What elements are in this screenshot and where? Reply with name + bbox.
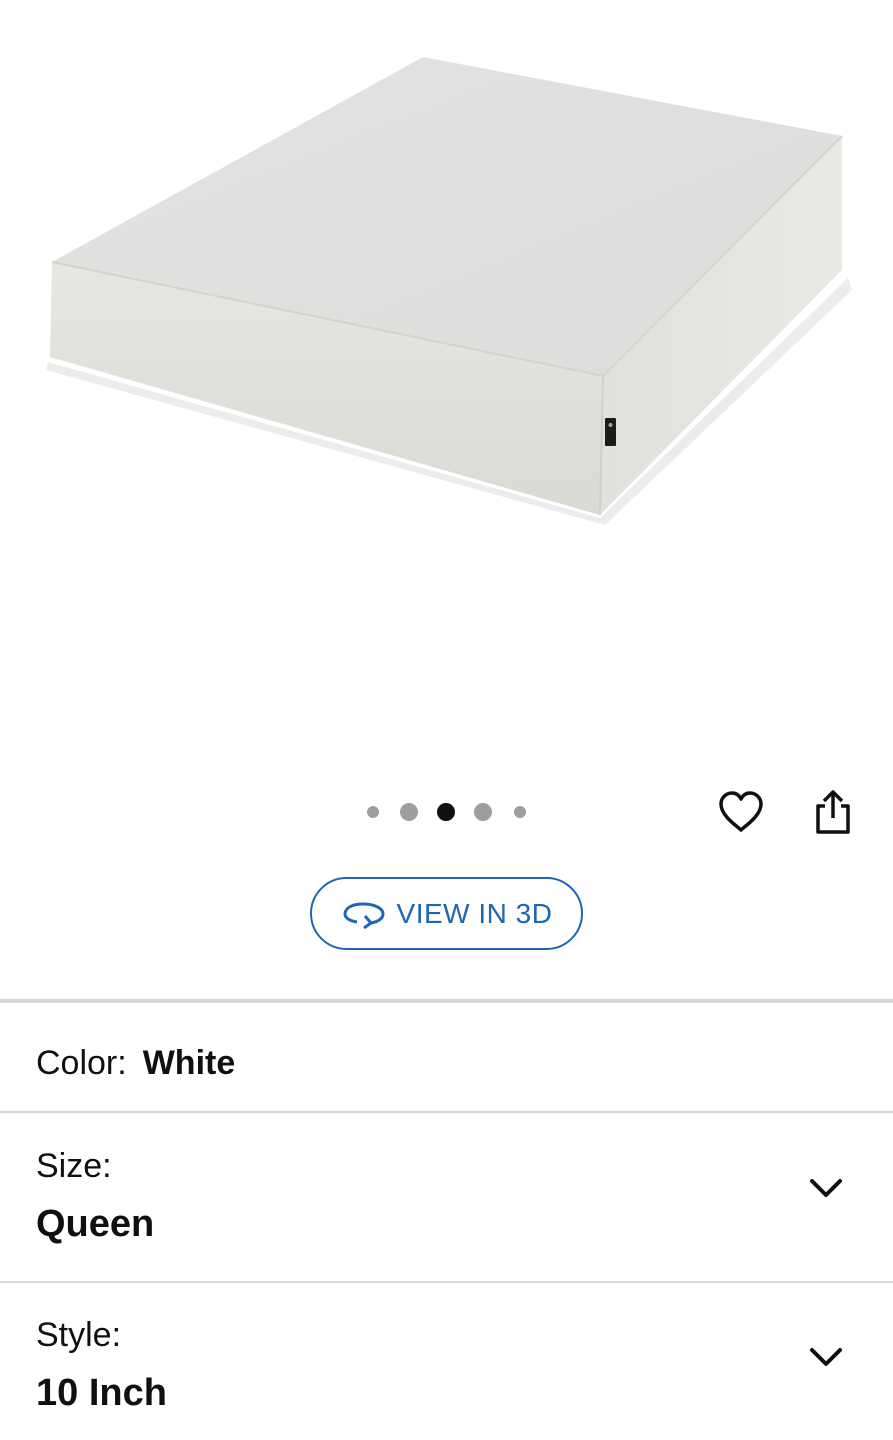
- carousel-dot[interactable]: [400, 803, 418, 821]
- color-label: Color:: [36, 1043, 127, 1082]
- heart-outline-icon: [719, 791, 763, 832]
- product-image[interactable]: [0, 0, 893, 760]
- mattress-illustration: [46, 57, 852, 525]
- view-in-3d-label: VIEW IN 3D: [396, 897, 553, 929]
- carousel-dot[interactable]: [367, 806, 379, 818]
- style-value: 10 Inch: [36, 1372, 167, 1414]
- view-in-3d-button[interactable]: VIEW IN 3D: [310, 877, 583, 950]
- section-divider: [0, 999, 893, 1003]
- row-divider: [0, 1281, 893, 1283]
- row-divider: [0, 1111, 893, 1113]
- size-value: Queen: [36, 1203, 155, 1245]
- carousel-dot-active[interactable]: [437, 803, 455, 821]
- size-selector[interactable]: Size: Queen: [0, 1147, 893, 1315]
- carousel-dot[interactable]: [514, 806, 526, 818]
- color-option: Color: White: [36, 1040, 235, 1086]
- chevron-down-icon: [810, 1348, 842, 1366]
- mattress-tag: [605, 418, 616, 446]
- share-button[interactable]: [803, 782, 863, 842]
- size-label: Size:: [36, 1147, 112, 1185]
- product-page: VIEW IN 3D Color: White Size: Queen Styl…: [0, 0, 893, 1440]
- style-label: Style:: [36, 1316, 122, 1354]
- rotate-3d-icon: [343, 901, 385, 929]
- color-value: White: [142, 1043, 236, 1082]
- style-selector[interactable]: Style: 10 Inch: [0, 1316, 893, 1440]
- carousel-dot[interactable]: [474, 803, 492, 821]
- wishlist-button[interactable]: [711, 782, 771, 842]
- chevron-down-icon: [810, 1179, 842, 1197]
- share-icon: [816, 790, 850, 834]
